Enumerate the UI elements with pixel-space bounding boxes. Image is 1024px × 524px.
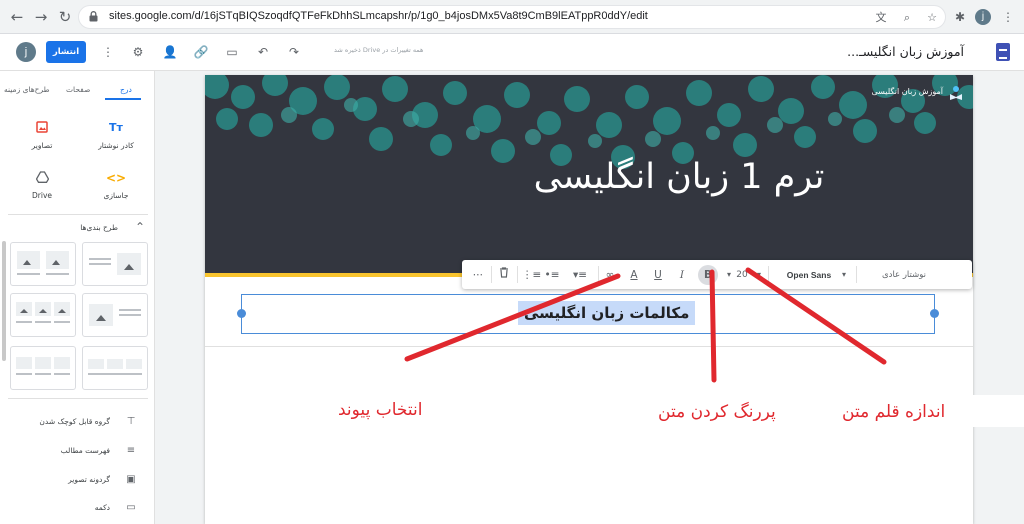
insert-panel: درج صفحات طرح‌های زمینه Tт کادر نوشتار ت… — [0, 71, 155, 524]
insert-image-carousel[interactable]: گردونه تصویر — [68, 475, 110, 484]
images-icon — [12, 121, 72, 135]
browser-menu-icon[interactable]: ⋮ — [1000, 9, 1016, 25]
insert-link-icon[interactable]: ∞ — [602, 267, 618, 283]
text-format-toolbar: ⋯ ⋮≡ •≡ ▾≡ ∞ A U I B ▾ 20 ▾ Open Sans ▾ … — [462, 260, 972, 289]
site-page: ترم 1 زبان انگلیسی آموزش زبان انگلیسی مک… — [205, 75, 973, 524]
publish-button[interactable]: انتشار — [46, 41, 86, 63]
back-icon[interactable]: ← — [8, 8, 26, 26]
font-family-dropdown-icon[interactable]: ▾ — [838, 267, 850, 283]
divider — [8, 214, 148, 215]
resize-handle-left[interactable] — [237, 309, 246, 318]
editor-canvas: ترم 1 زبان انگلیسی آموزش زبان انگلیسی مک… — [155, 71, 1024, 524]
tab-pages[interactable]: صفحات — [66, 85, 90, 94]
selected-text-box[interactable]: مکالمات زبان انگلیسی — [237, 294, 939, 334]
insert-item-label: جاسازی — [103, 191, 129, 200]
underline-button[interactable]: U — [650, 267, 666, 283]
section-divider — [205, 346, 973, 347]
embed-icon: <> — [105, 171, 127, 185]
layout-card-three-text-images[interactable] — [10, 346, 76, 390]
forward-icon[interactable]: → — [32, 8, 50, 26]
undo-icon[interactable]: ↶ — [255, 44, 271, 60]
share-person-icon[interactable]: 👤 — [162, 44, 178, 60]
layouts-title: طرح بندی‌ها — [80, 223, 118, 232]
bookmark-star-icon[interactable]: ☆ — [924, 10, 940, 26]
sites-app-bar: j انتشار ⋮ ⚙ 👤 🔗 ▭ ↶ ↷ همه تغییرات در Dr… — [0, 34, 1024, 71]
header-banner[interactable]: ترم 1 زبان انگلیسی آموزش زبان انگلیسی — [205, 75, 973, 273]
hero-title[interactable]: ترم 1 زبان انگلیسی — [205, 157, 973, 197]
browser-toolbar: ← → ↻ sites.google.com/d/16jSTqBIQSzoqdf… — [0, 0, 1024, 34]
button-icon: ▭ — [126, 502, 136, 513]
text-box-icon: Tт — [109, 121, 123, 134]
toolbar-divider — [491, 266, 492, 283]
browser-profile-avatar[interactable]: j — [975, 9, 991, 25]
site-logo-icon[interactable] — [949, 85, 963, 101]
bulleted-list-icon[interactable]: •≡ — [544, 267, 560, 283]
italic-button[interactable]: I — [674, 267, 690, 283]
align-dropdown-icon[interactable]: ▾≡ — [566, 267, 594, 283]
collapse-chevron-icon[interactable]: ⌃ — [132, 219, 148, 235]
image-carousel-icon: ▣ — [126, 474, 136, 485]
more-format-icon[interactable]: ⋯ — [470, 267, 486, 283]
extensions-icon[interactable]: ✱ — [952, 9, 968, 25]
insert-button[interactable]: دکمه — [95, 503, 110, 512]
reload-icon[interactable]: ↻ — [56, 8, 74, 26]
insert-images[interactable]: تصاویر — [12, 121, 72, 150]
resize-handle-right[interactable] — [930, 309, 939, 318]
numbered-list-icon[interactable]: ⋮≡ — [522, 267, 541, 283]
insert-drive[interactable]: Drive — [12, 171, 72, 200]
save-status: همه تغییرات در Drive ذخیره شد — [334, 46, 424, 54]
annotation-bold-label: پررنگ کردن متن — [658, 402, 776, 422]
tab-themes[interactable]: طرح‌های زمینه — [4, 85, 50, 94]
site-name[interactable]: آموزش زبان انگلیسـ... — [847, 44, 964, 59]
preview-devices-icon[interactable]: ▭ — [224, 44, 240, 60]
table-of-contents-icon: ≡ — [126, 445, 136, 456]
active-tab-indicator — [105, 98, 141, 100]
tab-insert[interactable]: درج — [120, 85, 132, 94]
toolbar-divider — [768, 266, 769, 283]
toolbar-divider — [856, 266, 857, 283]
toolbar-divider — [598, 266, 599, 283]
drive-icon — [12, 171, 72, 185]
insert-item-label: Drive — [32, 191, 52, 200]
divider — [8, 398, 148, 399]
sidebar-scrollbar[interactable] — [2, 241, 6, 361]
delete-icon[interactable] — [496, 267, 512, 283]
google-sites-logo-icon[interactable] — [996, 43, 1010, 61]
lock-icon — [89, 11, 98, 22]
layout-card-three-images[interactable] — [10, 293, 76, 337]
settings-gear-icon[interactable]: ⚙ — [130, 44, 146, 60]
copy-link-icon[interactable]: 🔗 — [193, 44, 209, 60]
url-text: sites.google.com/d/16jSTqBIQSzoqdfQTFeFk… — [109, 10, 648, 22]
font-family-select[interactable]: Open Sans — [774, 267, 844, 283]
paragraph-style-select[interactable]: نوشتار عادی — [864, 267, 944, 283]
zoom-icon[interactable]: ⌕ — [899, 10, 915, 26]
more-options-icon[interactable]: ⋮ — [100, 44, 116, 60]
insert-collapsible-group[interactable]: گروه قابل کوچک شدن — [39, 417, 110, 426]
account-avatar[interactable]: j — [16, 42, 36, 62]
insert-table-of-contents[interactable]: فهرست مطالب — [61, 446, 110, 455]
font-size-dropdown-icon[interactable]: ▾ — [724, 267, 734, 283]
annotation-link-label: انتخاب پیوند — [338, 400, 423, 420]
insert-text-box[interactable]: Tт کادر نوشتار — [86, 121, 146, 150]
bold-button[interactable]: B — [698, 265, 718, 285]
font-dropdown-icon[interactable]: ▾ — [754, 267, 764, 283]
layout-card-two-images[interactable] — [10, 242, 76, 286]
layout-card-text-image[interactable] — [82, 242, 148, 286]
address-bar[interactable]: sites.google.com/d/16jSTqBIQSzoqdfQTFeFk… — [78, 5, 946, 29]
redo-icon[interactable]: ↷ — [286, 44, 302, 60]
insert-item-label: کادر نوشتار — [98, 141, 134, 150]
toolbar-divider — [517, 266, 518, 283]
text-color-icon[interactable]: A — [626, 267, 642, 283]
insert-item-label: تصاویر — [31, 141, 53, 150]
translate-icon[interactable]: 文 — [873, 10, 889, 26]
layout-card-small-images[interactable] — [82, 346, 148, 390]
annotation-size-label: اندازه قلم متن — [842, 402, 946, 422]
font-size-value[interactable]: 20 — [734, 267, 750, 283]
selected-text[interactable]: مکالمات زبان انگلیسی — [518, 301, 696, 325]
layout-card-image-text[interactable] — [82, 293, 148, 337]
site-brand-name[interactable]: آموزش زبان انگلیسی — [872, 87, 944, 96]
collapsible-group-icon: ⊤ — [126, 416, 136, 427]
insert-embed[interactable]: <> جاسازی — [86, 171, 146, 200]
